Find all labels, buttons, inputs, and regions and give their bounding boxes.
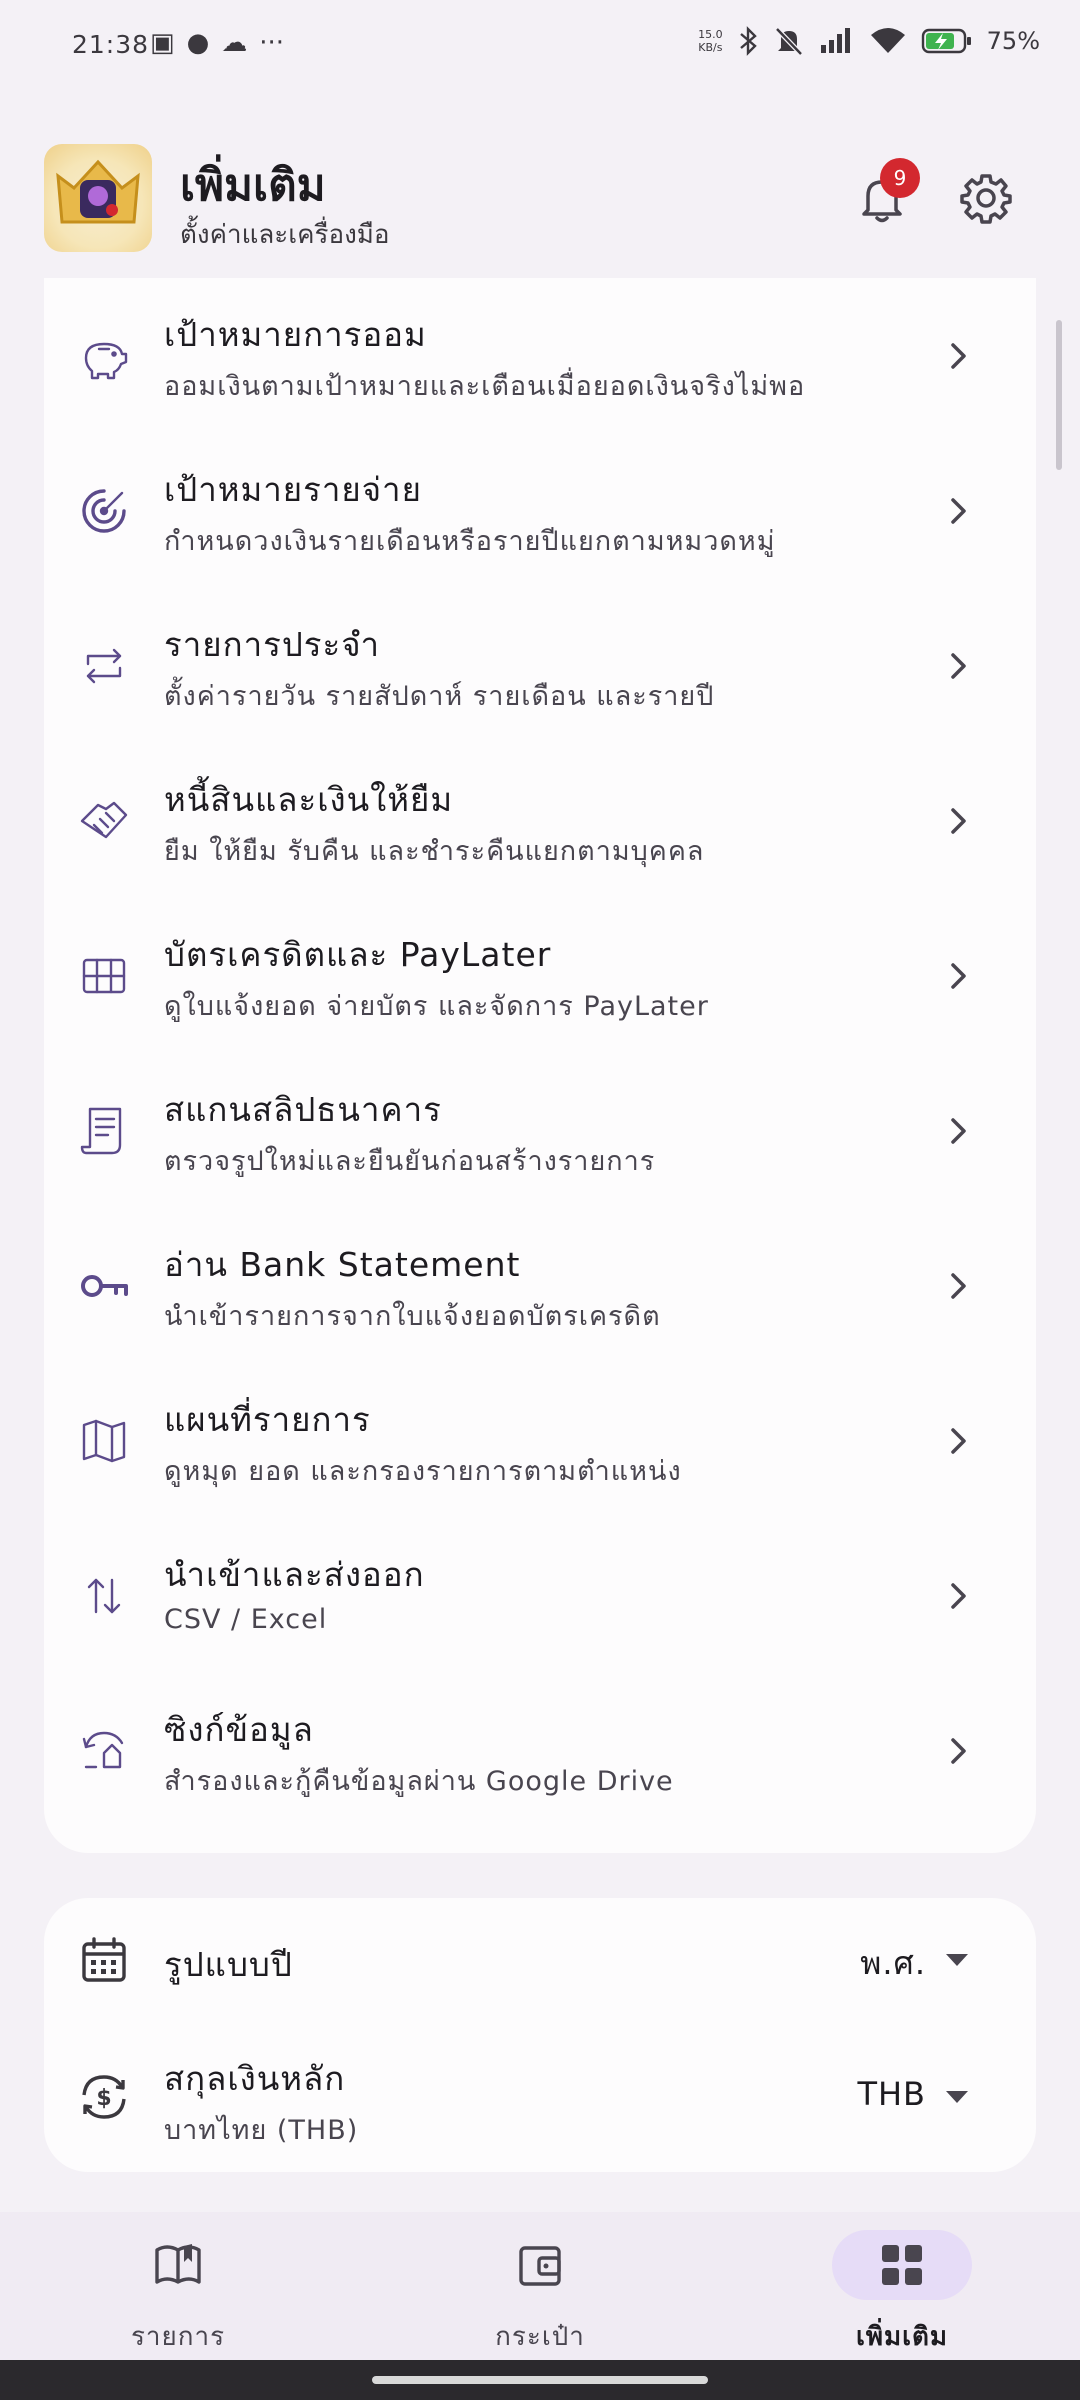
teapot-icon: ●: [186, 28, 210, 58]
currency-select[interactable]: $ สกุลเงินหลัก บาทไทย (THB) THB: [44, 2022, 1036, 2172]
app-notification-icon: ▣: [150, 28, 175, 58]
network-speed: 15.0 KB/s: [698, 28, 723, 54]
currency-exchange-icon: $: [82, 2075, 126, 2119]
menu-item-import-export[interactable]: นำเข้าและส่งออก CSV / Excel: [44, 1518, 1036, 1673]
svg-text:$: $: [96, 2086, 111, 2111]
home-indicator[interactable]: [372, 2376, 708, 2384]
battery-icon: [921, 28, 971, 54]
mute-icon: [774, 27, 803, 56]
tab-label: เพิ่มเติม: [855, 2322, 949, 2352]
app-logo: [44, 144, 152, 252]
menu-item-expense-goals[interactable]: เป้าหมายรายจ่าย กำหนดวงเงินรายเดือนหรือร…: [44, 433, 1036, 588]
status-time: 21:38: [72, 30, 150, 59]
menu-item-title: แผนที่รายการ: [164, 1400, 371, 1439]
menu-item-subtitle: ยืม ให้ยืม รับคืน และชำระคืนแยกตามบุคคล: [164, 836, 705, 867]
menu-item-subtitle: กำหนดวงเงินรายเดือนหรือรายปีแยกตามหมวดหม…: [164, 526, 776, 557]
menu-item-title: หนี้สินและเงินให้ยืม: [164, 780, 454, 819]
chevron-right-icon: [951, 1117, 966, 1144]
menu-item-subtitle: นำเข้ารายการจากใบแจ้งยอดบัตรเครดิต: [164, 1301, 661, 1332]
menu-item-subtitle: ดูใบแจ้งยอด จ่ายบัตร และจัดการ PayLater: [164, 991, 709, 1022]
bluetooth-icon: [739, 26, 757, 56]
chevron-right-icon: [951, 807, 966, 834]
more-dots-icon: ···: [259, 28, 285, 58]
settings-card: รูปแบบปี พ.ศ. $ สกุลเงินหลัก บาทไทย (THB…: [44, 1898, 1036, 2172]
chevron-right-icon: [951, 1272, 966, 1299]
map-icon: [82, 1419, 126, 1462]
menu-item-title: บัตรเครดิตและ PayLater: [164, 935, 552, 974]
grid-card-icon: [82, 958, 126, 993]
tab-wallet[interactable]: กระเป๋า: [390, 2212, 690, 2360]
menu-item-subtitle: ออมเงินตามเป้าหมายและเตือนเมื่อยอดเงินจร…: [164, 371, 806, 402]
menu-item-title: ซิงก์ข้อมูล: [164, 1710, 314, 1749]
menu-item-title: อ่าน Bank Statement: [164, 1245, 521, 1284]
battery-percent: 75%: [986, 27, 1040, 55]
sync-icon: [82, 1731, 124, 1768]
calendar-icon: [82, 1937, 126, 1982]
menu-item-title: สแกนสลิปธนาคาร: [164, 1090, 442, 1129]
wallet-icon: [519, 2246, 561, 2286]
piggy-bank-icon: [84, 342, 128, 379]
menu-item-title: เป้าหมายรายจ่าย: [164, 470, 422, 509]
key-icon: [81, 1274, 128, 1297]
handshake-icon: [80, 801, 128, 838]
menu-item-bank-statement[interactable]: อ่าน Bank Statement นำเข้ารายการจากใบแจ้…: [44, 1208, 1036, 1363]
chevron-right-icon: [951, 962, 966, 989]
repeat-icon: [86, 648, 122, 683]
dropdown-arrow-icon: [946, 1954, 968, 1966]
menu-item-subtitle: ดูหมุด ยอด และกรองรายการตามตำแหน่ง: [164, 1456, 682, 1487]
menu-item-subtitle: ตั้งค่ารายวัน รายสัปดาห์ รายเดือน และราย…: [164, 681, 715, 712]
import-export-icon: [87, 1578, 121, 1613]
menu-item-sync-data[interactable]: ซิงก์ข้อมูล สำรองและกู้คืนข้อมูลผ่าน Goo…: [44, 1673, 1036, 1828]
menu-item-subtitle: ตรวจรูปใหม่และยืนยันก่อนสร้างรายการ: [164, 1146, 656, 1177]
gear-icon[interactable]: [956, 168, 1016, 228]
target-icon: [82, 488, 126, 533]
menu-item-title: เป้าหมายการออม: [164, 315, 427, 354]
menu-item-credit-cards[interactable]: บัตรเครดิตและ PayLater ดูใบแจ้งยอด จ่ายบ…: [44, 898, 1036, 1053]
signal-icon: [820, 28, 850, 53]
tab-label: รายการ: [130, 2322, 226, 2352]
year-format-select[interactable]: รูปแบบปี พ.ศ.: [44, 1898, 1036, 2022]
notification-badge: 9: [880, 158, 920, 198]
menu-item-transaction-map[interactable]: แผนที่รายการ ดูหมุด ยอด และกรองรายการตาม…: [44, 1363, 1036, 1518]
chevron-right-icon: [951, 1427, 966, 1454]
chevron-right-icon: [951, 652, 966, 679]
chevron-right-icon: [951, 497, 966, 524]
currency-label: สกุลเงินหลัก: [164, 2059, 346, 2098]
tab-more[interactable]: เพิ่มเติม: [752, 2212, 1052, 2360]
menu-item-title: รายการประจำ: [164, 625, 381, 664]
page-subtitle: ตั้งค่าและเครื่องมือ: [180, 220, 390, 250]
gesture-bar: [0, 2360, 1080, 2400]
year-format-label: รูปแบบปี: [164, 1945, 293, 1984]
currency-subtitle: บาทไทย (THB): [164, 2115, 359, 2146]
currency-value: THB: [857, 2075, 926, 2113]
menu-item-scan-slip[interactable]: สแกนสลิปธนาคาร ตรวจรูปใหม่และยืนยันก่อนส…: [44, 1053, 1036, 1208]
page-header: เพิ่มเติม ตั้งค่าและเครื่องมือ 9: [0, 138, 1080, 278]
cloud-icon: ☁: [221, 28, 248, 58]
tab-transactions[interactable]: รายการ: [28, 2212, 328, 2360]
book-icon: [155, 2244, 201, 2284]
chevron-right-icon: [951, 342, 966, 369]
bottom-navigation: รายการ กระเป๋า เพิ่มเติม: [0, 2212, 1080, 2360]
menu-item-recurring[interactable]: รายการประจำ ตั้งค่ารายวัน รายสัปดาห์ ราย…: [44, 588, 1036, 743]
page-title: เพิ่มเติม: [180, 160, 326, 211]
tools-menu-card: เป้าหมายการออม ออมเงินตามเป้าหมายและเตือ…: [44, 278, 1036, 1853]
menu-item-title: นำเข้าและส่งออก: [164, 1555, 425, 1594]
receipt-icon: [80, 1107, 122, 1154]
year-format-value: พ.ศ.: [860, 1944, 926, 1982]
crown-icon: [56, 159, 140, 224]
menu-item-debts-loans[interactable]: หนี้สินและเงินให้ยืม ยืม ให้ยืม รับคืน แ…: [44, 743, 1036, 898]
menu-item-subtitle: สำรองและกู้คืนข้อมูลผ่าน Google Drive: [164, 1766, 674, 1797]
status-bar: 21:38 ▣ ● ☁ ··· 15.0 KB/s 75%: [0, 0, 1080, 96]
wifi-icon: [870, 28, 905, 53]
apps-grid-icon: [882, 2245, 922, 2285]
tab-label: กระเป๋า: [495, 2322, 585, 2352]
menu-item-subtitle: CSV / Excel: [164, 1604, 328, 1635]
scrollbar[interactable]: [1056, 320, 1062, 470]
menu-item-savings-goals[interactable]: เป้าหมายการออม ออมเงินตามเป้าหมายและเตือ…: [44, 278, 1036, 433]
dropdown-arrow-icon: [946, 2091, 968, 2103]
chevron-right-icon: [951, 1737, 966, 1764]
chevron-right-icon: [951, 1582, 966, 1609]
